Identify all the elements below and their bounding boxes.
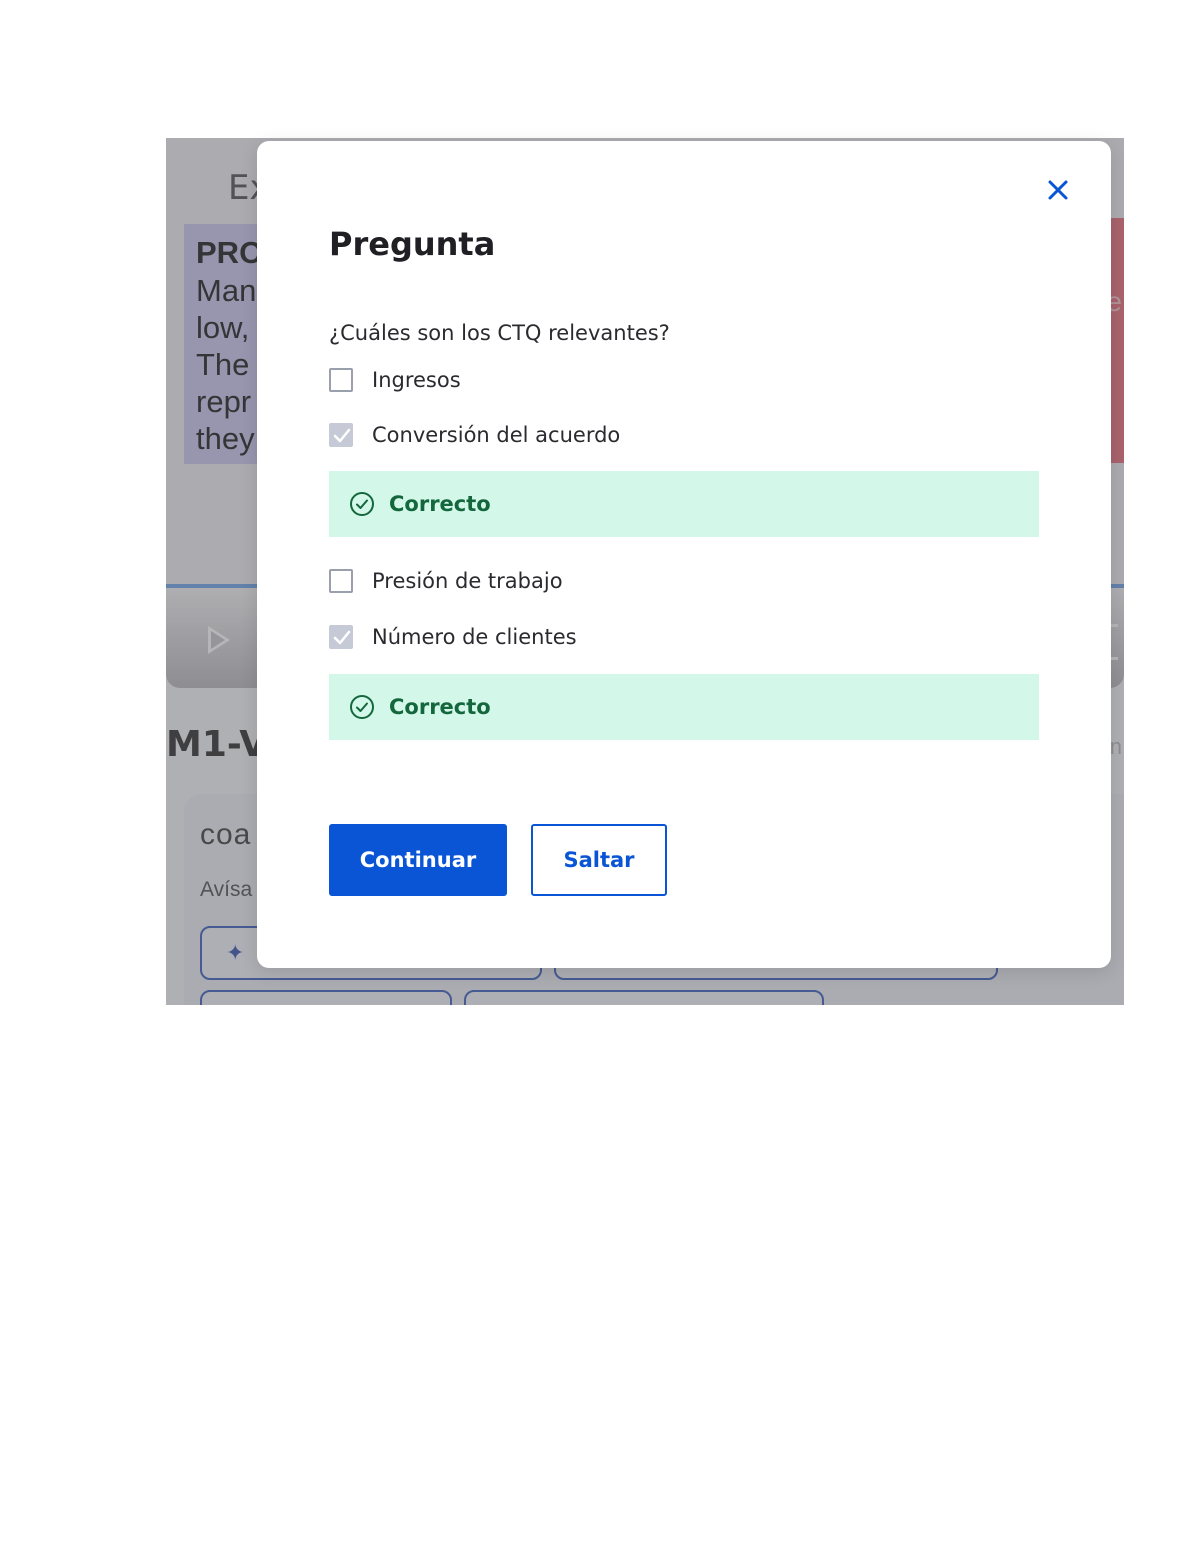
option-label: Presión de trabajo	[372, 569, 563, 593]
option-label: Número de clientes	[372, 625, 577, 649]
modal-title: Pregunta	[329, 225, 496, 263]
option-numero-de-clientes[interactable]: Número de clientes	[329, 622, 577, 652]
feedback-text: Correcto	[389, 695, 491, 719]
option-conversion-del-acuerdo[interactable]: Conversión del acuerdo	[329, 420, 620, 450]
question-modal: Pregunta ¿Cuáles son los CTQ relevantes?…	[257, 141, 1111, 968]
feedback-correct: Correcto	[329, 471, 1039, 537]
feedback-correct: Correcto	[329, 674, 1039, 740]
question-text: ¿Cuáles son los CTQ relevantes?	[329, 321, 670, 345]
continue-button[interactable]: Continuar	[329, 824, 507, 896]
checkmark-icon	[333, 630, 351, 645]
feedback-text: Correcto	[389, 492, 491, 516]
checkbox-checked[interactable]	[329, 423, 353, 447]
check-circle-icon	[350, 695, 374, 719]
close-icon[interactable]	[1043, 175, 1073, 205]
option-ingresos[interactable]: Ingresos	[329, 365, 461, 395]
checkmark-icon	[333, 428, 351, 443]
option-label: Ingresos	[372, 368, 461, 392]
skip-button[interactable]: Saltar	[531, 824, 667, 896]
checkbox[interactable]	[329, 569, 353, 593]
checkbox[interactable]	[329, 368, 353, 392]
check-circle-icon	[350, 492, 374, 516]
option-label: Conversión del acuerdo	[372, 423, 621, 447]
option-presion-de-trabajo[interactable]: Presión de trabajo	[329, 566, 563, 596]
checkbox-checked[interactable]	[329, 625, 353, 649]
